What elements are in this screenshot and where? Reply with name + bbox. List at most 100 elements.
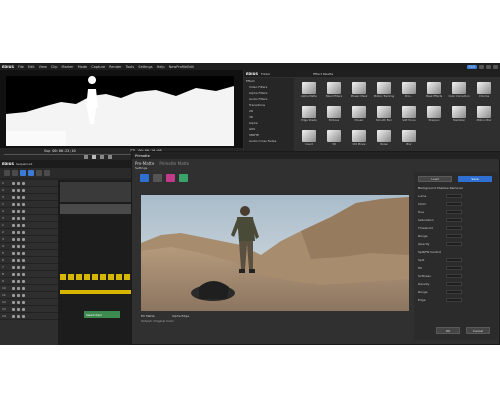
track-header[interactable]: 7	[0, 264, 58, 271]
track-toggle-icon[interactable]	[17, 272, 20, 276]
clip-video-2[interactable]	[60, 204, 132, 214]
track-toggle-icon[interactable]	[12, 314, 15, 318]
menu-view[interactable]: View	[39, 65, 47, 69]
tab-primatte-matte[interactable]: Primatte Matte	[159, 161, 189, 166]
track-toggle-icon[interactable]	[22, 188, 25, 192]
effect-tile[interactable]: Old Movie	[348, 130, 370, 148]
effect-tile[interactable]: Mosaic	[348, 106, 370, 124]
menu-settings[interactable]: Settings	[138, 65, 152, 69]
track-toggle-icon[interactable]	[17, 244, 20, 248]
track-toggle-icon[interactable]	[17, 307, 20, 311]
menu-marker[interactable]: Marker	[62, 65, 74, 69]
effect-tile[interactable]: Noise	[373, 130, 395, 148]
sequence-name[interactable]: Sequence1	[16, 162, 33, 166]
track-header[interactable]: 2	[0, 229, 58, 236]
setting-field[interactable]	[446, 226, 462, 230]
project-badge[interactable]: PLR	[466, 64, 477, 69]
track-toggle-icon[interactable]	[22, 202, 25, 206]
track-toggle-icon[interactable]	[12, 258, 15, 262]
menu-file[interactable]: File	[18, 65, 24, 69]
fast-forward-icon[interactable]	[108, 155, 112, 159]
save-button[interactable]: Save	[458, 176, 492, 182]
track-toggle-icon[interactable]	[22, 223, 25, 227]
setting-field[interactable]	[446, 242, 462, 246]
track-toggle-icon[interactable]	[22, 244, 25, 248]
track-header[interactable]: 1	[0, 201, 58, 208]
track-header[interactable]: 1	[0, 180, 58, 187]
effect-tile[interactable]: Mosaic Mask	[348, 82, 370, 100]
timeline-area[interactable]: Select Item	[58, 180, 134, 345]
track-toggle-icon[interactable]	[12, 188, 15, 192]
menu-capture[interactable]: Capture	[91, 65, 105, 69]
effect-tile[interactable]: Blur	[398, 130, 420, 148]
menu-clip[interactable]: Clip	[51, 65, 58, 69]
track-toggle-icon[interactable]	[22, 314, 25, 318]
track-toggle-icon[interactable]	[12, 286, 15, 290]
setting-field[interactable]	[446, 290, 462, 294]
maximize-icon[interactable]	[486, 64, 491, 69]
track-toggle-icon[interactable]	[22, 258, 25, 262]
track-toggle-icon[interactable]	[12, 202, 15, 206]
track-toggle-icon[interactable]	[22, 181, 25, 185]
effect-tile[interactable]: 3D	[323, 130, 345, 148]
track-header[interactable]: 1	[0, 222, 58, 229]
eyedropper-icon[interactable]	[140, 173, 149, 182]
setting-field[interactable]	[446, 218, 462, 222]
track-toggle-icon[interactable]	[17, 195, 20, 199]
setting-field[interactable]	[446, 202, 462, 206]
track-header[interactable]: 9	[0, 278, 58, 285]
track-toggle-icon[interactable]	[12, 216, 15, 220]
track-toggle-icon[interactable]	[22, 209, 25, 213]
track-toggle-icon[interactable]	[17, 286, 20, 290]
effect-tile[interactable]: Emboss	[323, 106, 345, 124]
track-header[interactable]: 14	[0, 313, 58, 320]
track-header[interactable]: 4	[0, 243, 58, 250]
setting-field[interactable]	[446, 298, 462, 302]
track-toggle-icon[interactable]	[12, 195, 15, 199]
track-toggle-icon[interactable]	[17, 181, 20, 185]
track-header[interactable]: 13	[0, 306, 58, 313]
effect-tile[interactable]: Alpha Matte	[298, 82, 320, 100]
tool-cut-icon[interactable]	[44, 170, 50, 176]
cancel-button[interactable]: Cancel	[466, 327, 490, 334]
track-header[interactable]: 3	[0, 236, 58, 243]
track-header[interactable]: 3	[0, 215, 58, 222]
tab-pre-matte[interactable]: Pre-Matte	[135, 161, 154, 166]
track-toggle-icon[interactable]	[17, 216, 20, 220]
track-toggle-icon[interactable]	[22, 279, 25, 283]
track-toggle-icon[interactable]	[12, 272, 15, 276]
track-toggle-icon[interactable]	[17, 279, 20, 283]
track-toggle-icon[interactable]	[17, 314, 20, 318]
track-header[interactable]: 8	[0, 271, 58, 278]
track-toggle-icon[interactable]	[12, 293, 15, 297]
setting-field[interactable]	[446, 274, 462, 278]
track-toggle-icon[interactable]	[17, 251, 20, 255]
effect-tile[interactable]: Motion Blur	[473, 106, 495, 124]
setting-field[interactable]	[446, 258, 462, 262]
track-toggle-icon[interactable]	[22, 216, 25, 220]
track-header[interactable]: 11	[0, 292, 58, 299]
track-toggle-icon[interactable]	[12, 209, 15, 213]
setting-field[interactable]	[446, 194, 462, 198]
clip-audio-2[interactable]	[60, 290, 132, 294]
track-toggle-icon[interactable]	[12, 181, 15, 185]
stop-icon[interactable]	[100, 155, 104, 159]
track-header[interactable]: 3	[0, 194, 58, 201]
minimize-icon[interactable]	[479, 64, 484, 69]
track-toggle-icon[interactable]	[17, 300, 20, 304]
clip-video[interactable]	[60, 182, 132, 202]
effect-tile[interactable]: Stabilizer	[448, 106, 470, 124]
setting-field[interactable]	[446, 210, 462, 214]
track-toggle-icon[interactable]	[12, 237, 15, 241]
effect-tile[interactable]: Proc...	[398, 82, 420, 100]
track-toggle-icon[interactable]	[22, 293, 25, 297]
track-header[interactable]: 2	[0, 187, 58, 194]
track-toggle-icon[interactable]	[22, 237, 25, 241]
setting-field[interactable]	[446, 266, 462, 270]
effect-tile[interactable]: Blend Filters	[323, 82, 345, 100]
track-toggle-icon[interactable]	[12, 279, 15, 283]
effect-tile[interactable]: Motion Tracking	[373, 82, 395, 100]
effect-palette-tab[interactable]: Effect Palette	[313, 72, 333, 76]
track-header[interactable]: 2	[0, 208, 58, 215]
menu-mode[interactable]: Mode	[78, 65, 88, 69]
